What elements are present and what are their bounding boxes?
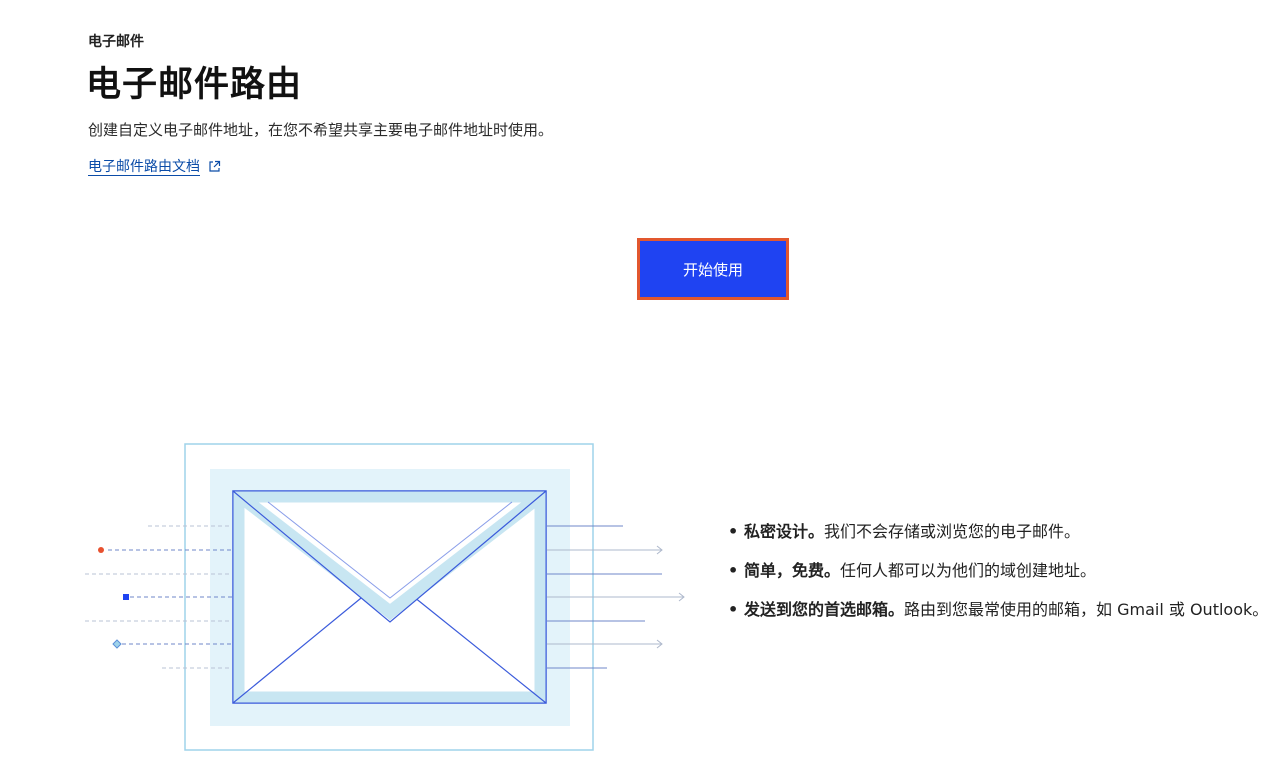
feature-heading: 发送到您的首选邮箱。 xyxy=(744,600,905,619)
feature-list: • 私密设计。我们不会存储或浏览您的电子邮件。 • 简单，免费。任何人都可以为他… xyxy=(727,520,1279,637)
page-title: 电子邮件路由 xyxy=(86,65,303,105)
external-link-icon xyxy=(208,160,221,173)
breadcrumb: 电子邮件 xyxy=(88,34,144,50)
documentation-link-label: 电子邮件路由文档 xyxy=(88,159,200,175)
bullet: • xyxy=(728,522,739,541)
bullet: • xyxy=(728,600,739,619)
feature-text: 路由到您最常使用的邮箱，如 Gmail 或 Outlook。 xyxy=(904,600,1269,619)
feature-heading: 私密设计。 xyxy=(744,522,825,541)
page-description: 创建自定义电子邮件地址，在您不希望共享主要电子邮件地址时使用。 xyxy=(88,121,554,139)
get-started-button[interactable]: 开始使用 xyxy=(637,238,789,300)
feature-text: 我们不会存储或浏览您的电子邮件。 xyxy=(824,522,1081,541)
email-routing-page: 电子邮件 电子邮件路由 创建自定义电子邮件地址，在您不希望共享主要电子邮件地址时… xyxy=(0,0,1280,768)
feature-text: 任何人都可以为他们的域创建地址。 xyxy=(840,561,1097,580)
feature-heading: 简单，免费。 xyxy=(744,561,841,580)
list-item: • 私密设计。我们不会存储或浏览您的电子邮件。 xyxy=(727,520,1279,544)
list-item: • 发送到您的首选邮箱。路由到您最常使用的邮箱，如 Gmail 或 Outloo… xyxy=(727,598,1279,622)
list-item: • 简单，免费。任何人都可以为他们的域创建地址。 xyxy=(727,559,1279,583)
bullet: • xyxy=(728,561,739,580)
documentation-link[interactable]: 电子邮件路由文档 xyxy=(88,156,221,176)
envelope-illustration xyxy=(80,440,700,760)
